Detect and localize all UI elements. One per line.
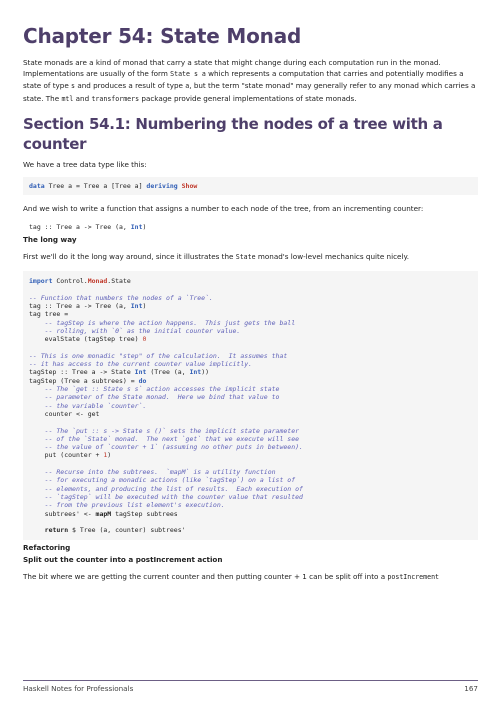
- code-line: put (counter + 1): [29, 451, 112, 460]
- main-code-block: import Control.Monad.State -- Function th…: [23, 271, 478, 541]
- code-line-import: import Control.Monad.State: [29, 277, 131, 286]
- code-line: tagStep (Tree a subtrees) = do: [29, 376, 147, 385]
- long-way-heading: The long way: [23, 234, 77, 244]
- code-comment: -- This is one monadic "step" of the cal…: [29, 351, 288, 360]
- bottom-code-postincrement: postIncrement: [387, 572, 440, 581]
- code-line: tagStep :: Tree a -> State Int (Tree (a,…: [29, 368, 210, 377]
- footer-page-number: 167: [464, 684, 478, 693]
- tag-sig-int: Int: [130, 222, 143, 231]
- code-keyword-deriving: deriving: [146, 182, 178, 191]
- intro-code-mtl: mtl: [61, 94, 74, 103]
- intro-text-5: and: [73, 93, 92, 103]
- code-line: return $ Tree (a, counter) subtrees': [44, 526, 186, 535]
- chapter-title: Chapter 54: State Monad: [23, 24, 302, 48]
- intro-paragraph: State monads are a kind of monad that ca…: [23, 57, 478, 105]
- code-comment: -- Recurse into the subtrees. `mapM` is …: [29, 468, 276, 477]
- section-title: Section 54.1: Numbering the nodes of a t…: [23, 114, 443, 153]
- code-comment: -- Function that numbers the nodes of a …: [29, 293, 213, 302]
- long-way-text: First we'll do it the long way around, s…: [23, 251, 478, 263]
- code-comment: -- the variable `counter`.: [29, 401, 147, 410]
- long-way-code-state: State: [235, 253, 256, 262]
- code-keyword-data: data: [29, 182, 45, 191]
- bottom-text-pre: The bit where we are: [23, 571, 102, 581]
- code-line: evalState (tagStep tree) 0: [29, 335, 147, 344]
- long-way-text-pre: First we'll do it the long way around, s…: [23, 252, 236, 262]
- page-footer: Haskell Notes for Professionals 167: [23, 680, 478, 693]
- code-comment: -- The `get :: State s s` action accesse…: [29, 385, 280, 394]
- code-comment: -- of the `State` monad. The next `get` …: [29, 434, 300, 443]
- code-comment: -- for executing a monadic actions (like…: [29, 476, 296, 485]
- code-comment: -- elements, and producing the list of r…: [29, 484, 303, 493]
- split-heading: Split out the counter into a postIncreme…: [23, 554, 223, 564]
- code-comment: -- The `put :: s -> State s ()` sets the…: [29, 426, 300, 435]
- page-content: Chapter 54: State Monad State monads are…: [23, 24, 478, 583]
- code-comment: -- `tagStep` will be executed with the c…: [29, 492, 303, 501]
- code-tree-body: Tree a = Tree a [Tree a]: [44, 182, 147, 191]
- intro-code-transformers: transformers: [91, 94, 140, 103]
- tag-sig-post: ): [142, 222, 147, 231]
- code-line: subtrees' <- mapM tagStep subtrees: [29, 509, 178, 518]
- code-comment: -- rolling, with `0` as the initial coun…: [29, 327, 241, 335]
- code-comment: -- the value of `counter + 1` (assuming …: [29, 443, 303, 452]
- code-comment: -- tagStep is where the action happens. …: [29, 318, 296, 327]
- intro-text-3: and produces a result of type: [75, 81, 186, 91]
- code-line: tag tree =: [29, 310, 69, 319]
- tag-sig-pre: tag :: Tree a -> Tree (a,: [29, 222, 131, 231]
- code-line: counter <- get: [29, 409, 100, 418]
- bottom-text: The bit where we are getting the current…: [23, 571, 478, 583]
- code-comment: -- from the previous list element's exec…: [29, 501, 225, 510]
- bottom-text-get: get: [101, 571, 113, 581]
- tag-signature-code: tag :: Tree a -> Tree (a, Int): [23, 220, 478, 233]
- refactoring-heading: Refactoring: [23, 543, 71, 553]
- bottom-text-put: put: [235, 571, 248, 581]
- footer-book-title: Haskell Notes for Professionals: [23, 684, 134, 693]
- intro-code-state: State s a: [170, 70, 206, 79]
- tree-type-code: data Tree a = Tree a [Tree a] deriving S…: [23, 177, 478, 196]
- code-line: tag :: Tree a -> Tree (a, Int): [29, 302, 147, 311]
- code-comment: -- it has access to the current counter …: [29, 360, 253, 369]
- wish-text: And we wish to write a function that ass…: [23, 204, 424, 214]
- tree-intro-text: We have a tree data type like this:: [23, 159, 147, 169]
- long-way-text-post: monad's low-level mechanics quite nicely…: [255, 252, 409, 262]
- code-class-show: Show: [181, 182, 198, 191]
- code-comment: -- parameter of the State monad. Here we…: [29, 393, 280, 402]
- bottom-text-mid1: ting the current counter and then: [112, 571, 236, 581]
- intro-text-6: package provide general implementations …: [139, 93, 357, 103]
- bottom-text-mid2: ting counter + 1 can be split off into a: [247, 571, 388, 581]
